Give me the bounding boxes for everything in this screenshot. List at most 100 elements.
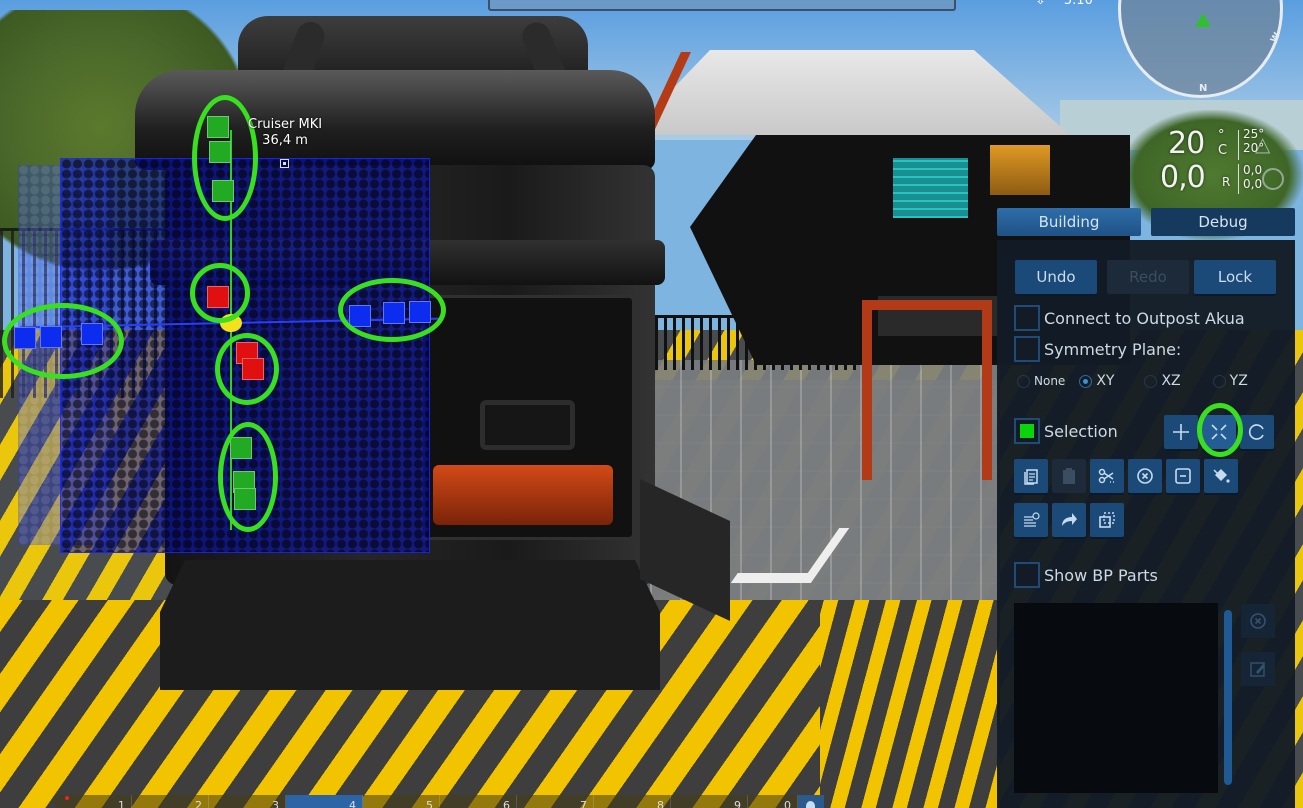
compass-north-label: N <box>1199 83 1208 94</box>
connect-outpost-label: Connect to Outpost Akua <box>1044 308 1245 328</box>
redo-button[interactable]: Redo <box>1107 260 1189 294</box>
symmetry-plane-options: None XY XZ YZ <box>1017 373 1262 389</box>
annotation-circle <box>192 95 258 221</box>
panel-tabs: Building Debug <box>997 208 1295 236</box>
module-slot <box>480 400 575 450</box>
radio-xy[interactable]: XY <box>1079 373 1114 389</box>
hotbar: 1 2 3 4 5 6 7 8 9 0 <box>55 795 824 808</box>
radio-label: None <box>1034 374 1066 388</box>
remove-circle-icon <box>1250 613 1266 629</box>
module-base <box>160 560 660 690</box>
share-arrow-icon <box>1062 513 1077 526</box>
warning-triangle-icon: △ <box>1255 132 1271 156</box>
annotation-circle <box>2 303 124 379</box>
paste-icon <box>1063 468 1075 484</box>
radio-xz[interactable]: XZ <box>1144 373 1181 389</box>
move-icon <box>1173 424 1189 440</box>
hotbar-slot[interactable]: 8 <box>594 795 671 808</box>
railing <box>655 315 865 370</box>
temperature-value: 20 <box>1168 126 1205 161</box>
hotbar-slot[interactable]: 2 <box>132 795 209 808</box>
selection-row[interactable]: Selection <box>1014 418 1118 444</box>
paint-button[interactable] <box>1204 459 1238 493</box>
symmetry-plane-checkbox[interactable] <box>1014 336 1040 362</box>
rotate-mode-button[interactable] <box>1240 415 1274 449</box>
paint-bucket-icon <box>1213 469 1230 483</box>
show-bp-parts-row[interactable]: Show BP Parts <box>1014 562 1158 588</box>
hotbar-slot[interactable]: 0 <box>748 795 798 808</box>
radio-indicator <box>1017 374 1030 388</box>
delete-button[interactable] <box>1128 459 1162 493</box>
annotation-circle <box>215 333 279 405</box>
show-bp-parts-checkbox[interactable] <box>1014 562 1040 588</box>
annotation-circle <box>338 278 446 342</box>
bp-remove-button[interactable] <box>1241 604 1275 638</box>
radio-label: XY <box>1096 373 1115 389</box>
hotbar-slot[interactable]: 6 <box>440 795 517 808</box>
radio-none[interactable]: None <box>1017 374 1065 388</box>
cut-button[interactable] <box>1090 459 1124 493</box>
radiation-value: 0,0 <box>1160 160 1206 195</box>
coords-readout: ⇩ 5.10 <box>1035 0 1093 8</box>
vessel-marker-icon[interactable] <box>280 159 289 168</box>
tab-building[interactable]: Building <box>997 208 1141 236</box>
radio-label: XZ <box>1161 373 1181 389</box>
connect-outpost-checkbox[interactable] <box>1014 305 1040 331</box>
annotation-circle <box>218 422 278 532</box>
hotbar-slot[interactable]: 7 <box>517 795 594 808</box>
hotbar-slot[interactable]: 9 <box>671 795 748 808</box>
radio-indicator <box>1079 374 1093 388</box>
radiation-top: 0,0 <box>1243 163 1263 177</box>
hotbar-slot[interactable]: 3 <box>209 795 286 808</box>
selection-checkbox[interactable] <box>1014 418 1040 444</box>
hotbar-slot-active[interactable]: 4 <box>286 795 363 808</box>
paste-button[interactable] <box>1052 459 1086 493</box>
radiation-range: 0,0 0,0 <box>1243 163 1262 191</box>
delete-circle-icon <box>1137 468 1153 484</box>
duplicate-icon <box>1099 512 1115 528</box>
annotation-circle <box>190 263 250 323</box>
edit-icon <box>1250 662 1265 677</box>
checklist-button[interactable] <box>1014 503 1048 537</box>
radio-indicator <box>1212 374 1226 388</box>
radio-yz[interactable]: YZ <box>1212 373 1248 389</box>
undo-button[interactable]: Undo <box>1015 260 1097 294</box>
hotbar-toggle-button[interactable] <box>798 795 824 808</box>
bp-edit-button[interactable] <box>1241 652 1275 686</box>
building-panel: Undo Redo Lock Connect to Outpost Akua S… <box>997 240 1295 808</box>
symmetry-plane-row[interactable]: Symmetry Plane: <box>1014 336 1181 362</box>
show-bp-parts-label: Show BP Parts <box>1044 565 1158 585</box>
coords-value: 5.10 <box>1063 0 1093 8</box>
building-light <box>990 145 1050 195</box>
radio-label: YZ <box>1229 373 1248 389</box>
move-mode-button[interactable] <box>1164 415 1198 449</box>
cut-icon <box>1098 468 1114 484</box>
bp-parts-list[interactable] <box>1014 603 1218 793</box>
divider <box>1238 130 1239 160</box>
hazard-stripes-right <box>820 600 1000 808</box>
top-status-bar <box>488 0 956 11</box>
list-check-icon <box>1024 512 1040 527</box>
vessel-label: Cruiser MKI 36,4 m <box>248 117 322 149</box>
duplicate-button[interactable] <box>1090 503 1124 537</box>
symmetry-plane-label: Symmetry Plane: <box>1044 339 1182 359</box>
scaffold <box>862 300 992 480</box>
hotbar-slot[interactable]: 5 <box>363 795 440 808</box>
selection-label: Selection <box>1044 421 1118 441</box>
copy-button[interactable] <box>1014 459 1048 493</box>
temperature-unit-label: C <box>1218 143 1228 158</box>
module-orange-vent <box>433 465 613 525</box>
lock-button[interactable]: Lock <box>1194 260 1276 294</box>
bp-parts-scrollbar[interactable] <box>1224 610 1232 785</box>
share-button[interactable] <box>1052 503 1086 537</box>
tab-debug[interactable]: Debug <box>1151 208 1295 236</box>
remove-button[interactable] <box>1166 459 1200 493</box>
rotate-icon <box>1248 424 1264 440</box>
fan-icon <box>1262 168 1284 190</box>
player-arrow-icon <box>1195 13 1211 27</box>
connect-outpost-row[interactable]: Connect to Outpost Akua <box>1014 305 1245 331</box>
download-arrow-icon: ⇩ <box>1035 0 1046 8</box>
radio-indicator <box>1144 374 1158 388</box>
radiation-unit: R <box>1222 175 1231 189</box>
annotation-circle <box>1197 403 1243 457</box>
